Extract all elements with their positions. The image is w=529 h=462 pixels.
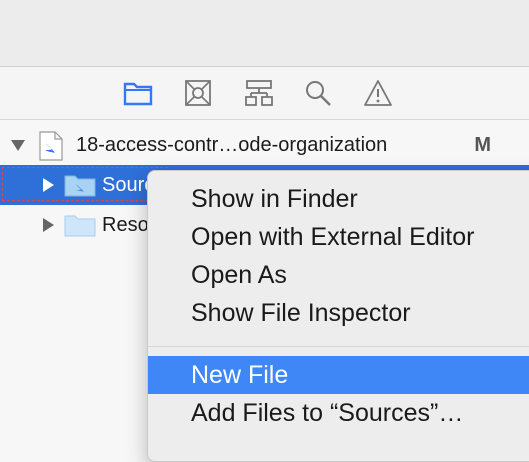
modified-badge: M (474, 134, 491, 156)
folder-icon (64, 215, 96, 237)
menu-item-add-files[interactable]: Add Files to “Sources”… (148, 394, 529, 432)
menu-item-show-file-inspector[interactable]: Show File Inspector (148, 294, 529, 332)
tree-row-project[interactable]: 18-access-contr…ode-organization M (0, 125, 529, 165)
disclosure-open-icon[interactable] (10, 137, 26, 153)
menu-item-new-file[interactable]: New File (148, 356, 529, 394)
menu-item-open-external-editor[interactable]: Open with External Editor (148, 218, 529, 256)
context-menu: Show in Finder Open with External Editor… (147, 170, 529, 462)
find-navigator-button[interactable] (302, 77, 334, 109)
project-label: 18-access-contr…ode-organization (76, 134, 388, 156)
source-control-icon (185, 80, 211, 106)
menu-item-open-as[interactable]: Open As (148, 256, 529, 294)
search-icon (306, 81, 331, 106)
symbol-navigator-button[interactable] (243, 77, 275, 109)
disclosure-closed-icon[interactable] (40, 217, 56, 233)
source-control-navigator-button[interactable] (182, 77, 214, 109)
issue-navigator-button[interactable] (362, 77, 394, 109)
window-titlebar (0, 0, 529, 67)
folder-icon (123, 82, 153, 106)
swift-file-icon (39, 131, 63, 161)
navigator-toolbar (0, 67, 529, 120)
disclosure-closed-icon[interactable] (40, 177, 56, 193)
menu-item-show-in-finder[interactable]: Show in Finder (148, 180, 529, 218)
folder-icon (64, 175, 96, 197)
project-navigator-button[interactable] (122, 77, 154, 109)
warning-icon (364, 80, 392, 106)
hierarchy-icon (245, 80, 273, 106)
menu-separator (148, 346, 529, 347)
